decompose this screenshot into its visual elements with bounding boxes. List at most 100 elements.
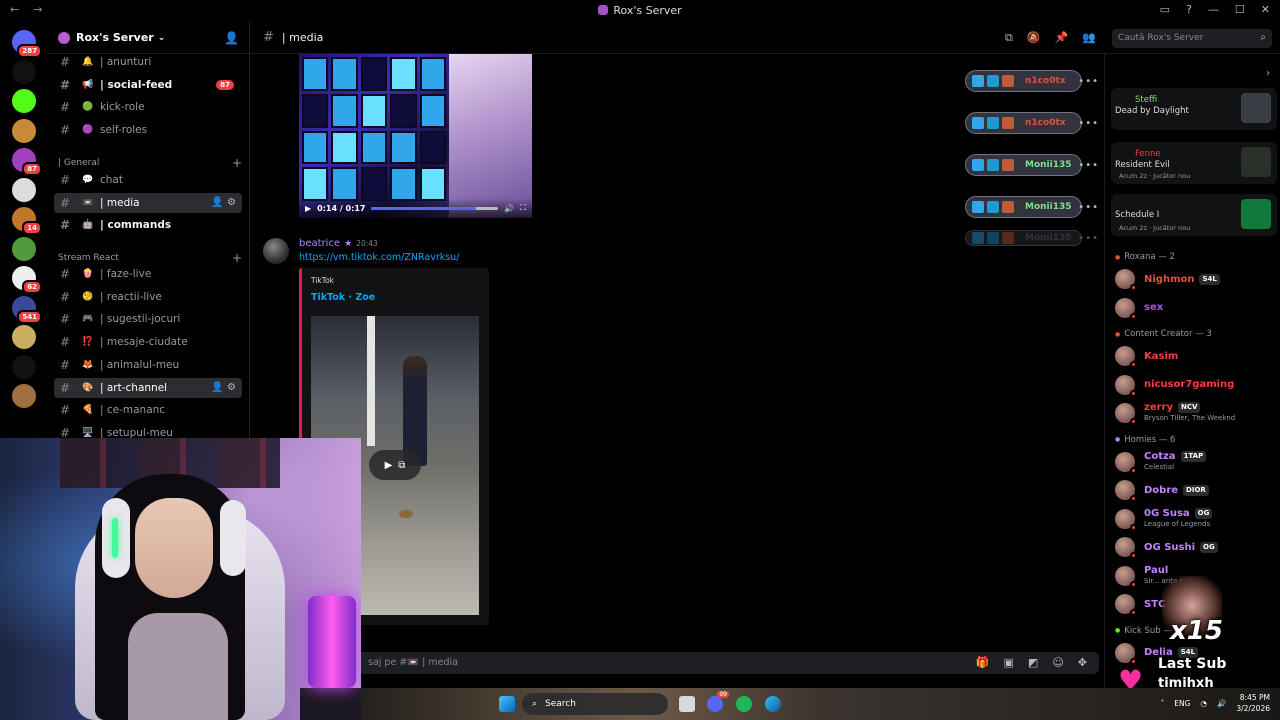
threads-icon[interactable]: ⧉ <box>1005 31 1013 45</box>
overlay-username: n1co0tx <box>1025 118 1066 128</box>
apps-icon[interactable]: ✥ <box>1078 656 1087 669</box>
close-button[interactable]: ✕ <box>1261 3 1270 16</box>
video-time: 0:14 / 0:17 <box>317 203 366 213</box>
minimize-button[interactable]: — <box>1208 3 1219 16</box>
sticker-icon[interactable]: ◩ <box>1028 656 1038 669</box>
status-indicator <box>1130 284 1137 291</box>
member-row[interactable]: OG Sushi OG <box>1115 536 1277 559</box>
category-stream-react[interactable]: Stream React + <box>58 251 242 265</box>
channel-ce-mananc[interactable]: # 🍕 | ce-mananc <box>54 400 242 420</box>
video-attachment[interactable] <box>299 54 532 218</box>
gif-icon[interactable]: ▣ <box>1004 656 1014 669</box>
spotify-icon[interactable] <box>736 696 752 712</box>
channel-kick-role[interactable]: # 🟢 kick-role <box>54 97 242 117</box>
add-user-icon[interactable]: 👤 <box>224 31 239 45</box>
member-row[interactable]: sex <box>1115 297 1277 320</box>
badge-icon <box>987 75 999 87</box>
overlay-pill: Monii135 ••• <box>965 196 1098 218</box>
overlay-username: Monii135 <box>1025 233 1072 243</box>
message-link[interactable]: https://vm.tiktok.com/ZNRavrksu/ <box>299 252 459 263</box>
channel-art-channel[interactable]: # 🎨 | art-channel 👤 ⚙ <box>54 377 242 398</box>
task-view-icon[interactable] <box>679 696 695 712</box>
search-input[interactable]: Caută Rox's Server ⌕ <box>1112 29 1272 48</box>
server-avatar-6-icon[interactable]: 62 <box>12 266 42 294</box>
channel-anunturi[interactable]: # 🔔 | anunturi <box>54 52 242 72</box>
member-row[interactable]: zerry NCV Bryson Tiller, The Weeknd <box>1115 402 1277 425</box>
server-header[interactable]: Rox's Server ⌄ 👤 <box>48 22 249 54</box>
server-avatar-5-icon[interactable] <box>12 236 36 261</box>
windows-start-icon[interactable] <box>499 696 515 712</box>
avatar[interactable] <box>263 238 289 264</box>
message-input[interactable]: saj pe #📼 | media 🎁 ▣ ◩ ☺ ✥ <box>261 652 1099 674</box>
status-indicator <box>1130 523 1137 531</box>
mute-icon[interactable]: 🔕 <box>1027 31 1041 45</box>
activity-card[interactable]: Fenne Resident Evil Acum 2z · Jucător nou <box>1111 142 1277 184</box>
emoji-icon[interactable]: ☺ <box>1052 656 1063 669</box>
member-row[interactable]: Nighmon S4L <box>1115 268 1277 291</box>
embed-play-button[interactable]: ▶ ⧉ <box>369 450 421 480</box>
maximize-button[interactable]: ☐ <box>1235 3 1245 16</box>
channel-settings-icon[interactable]: 👤 ⚙ <box>211 197 236 208</box>
inbox-icon[interactable]: ▭ <box>1160 3 1170 16</box>
channel-mesaje-ciudate[interactable]: # ⁉️ | mesaje-ciudate <box>54 332 242 352</box>
overlay-pill: Monii135 ••• <box>965 230 1098 246</box>
member-row[interactable]: nicusor7gaming <box>1115 374 1277 397</box>
add-channel-icon[interactable]: + <box>232 251 242 265</box>
server-avatar-1-icon[interactable] <box>12 118 36 143</box>
channel-sugestii-jocuri[interactable]: # 🎮 | sugestii-jocuri <box>54 309 242 329</box>
gift-icon[interactable]: 🎁 <box>976 656 990 669</box>
server-avatar-7-icon[interactable]: 541 <box>12 295 42 324</box>
category-general[interactable]: | General + <box>58 156 242 170</box>
server-w2g-icon[interactable] <box>12 354 36 379</box>
channel-faze-live[interactable]: # 🍿 | faze-live <box>54 264 242 284</box>
help-icon[interactable]: ? <box>1186 3 1192 16</box>
megaphone-icon: # <box>60 77 71 92</box>
channel-media[interactable]: # 📼 | media 👤 ⚙ <box>54 192 242 213</box>
discord-home-icon[interactable]: 287 <box>12 30 42 58</box>
channel-social-feed[interactable]: # 📢 | social-feed 87 <box>54 75 242 95</box>
video-progress[interactable] <box>371 206 499 210</box>
channel-settings-icon[interactable]: 👤 ⚙ <box>211 382 236 393</box>
server-avatar-4-icon[interactable]: 14 <box>12 207 42 235</box>
volume-icon[interactable]: 🔊 <box>504 204 514 213</box>
channel-reactii-live[interactable]: # 🧐 | reactii-live <box>54 287 242 307</box>
member-row[interactable]: Kasim <box>1115 345 1277 368</box>
member-row[interactable]: Dobre DIOR <box>1115 479 1277 502</box>
edge-icon[interactable] <box>765 696 781 712</box>
server-avatar-9-icon[interactable] <box>12 384 36 408</box>
pin-icon[interactable]: 📌 <box>1055 31 1069 45</box>
channel-chat[interactable]: # 💬 chat <box>54 170 242 190</box>
embed-title[interactable]: TikTok · Zoe <box>311 292 375 303</box>
server-avatar-2-icon[interactable]: 87 <box>12 148 42 176</box>
chevron-right-icon[interactable]: › <box>1266 68 1270 79</box>
add-channel-icon[interactable]: + <box>232 156 242 170</box>
channel-commands[interactable]: # 🤖 | commands <box>54 215 242 235</box>
activity-card[interactable]: Schedule I Acum 2z · Jucător nou <box>1111 194 1277 236</box>
server-w-icon[interactable] <box>12 59 36 84</box>
discord-icon[interactable]: 99 <box>707 691 729 712</box>
server-avatar-3-icon[interactable] <box>12 177 36 202</box>
channel-self-roles[interactable]: # 🟣 self-roles <box>54 120 242 140</box>
wifi-icon[interactable]: ◔ <box>1200 699 1207 708</box>
chevron-up-icon[interactable]: ˄ <box>1161 699 1165 708</box>
member-row[interactable]: 0G Susa OG League of Legends <box>1115 507 1277 531</box>
server-avatar-8-icon[interactable] <box>12 325 36 349</box>
header-toolbar: ⧉ 🔕 📌 👥 <box>1005 31 1096 45</box>
taskbar-search[interactable]: ⌕ Search <box>522 693 668 715</box>
clock[interactable]: 8:45 PM 3/2/2026 <box>1236 692 1270 714</box>
channel-animalul-meu[interactable]: # 🦊 | animalul-meu <box>54 355 242 375</box>
more-icon: ••• <box>1078 201 1099 213</box>
guild-tag: DIOR <box>1183 484 1209 496</box>
game-icon <box>1241 147 1271 177</box>
play-icon[interactable]: ▶ <box>305 204 311 213</box>
activity-card[interactable]: Steffi Dead by Daylight <box>1111 88 1277 130</box>
member-row[interactable]: Cotza 1TAP Celestial <box>1115 450 1277 474</box>
activity-game: Schedule I <box>1115 210 1160 220</box>
language-indicator[interactable]: ENG <box>1174 699 1190 708</box>
server-kick-icon[interactable] <box>12 89 36 113</box>
badge-icon <box>1002 75 1014 87</box>
volume-icon[interactable]: 🔊 <box>1217 699 1226 708</box>
channel-label: | faze-live <box>100 268 152 280</box>
members-icon[interactable]: 👥 <box>1082 31 1096 45</box>
fullscreen-icon[interactable]: ⛶ <box>520 203 526 213</box>
